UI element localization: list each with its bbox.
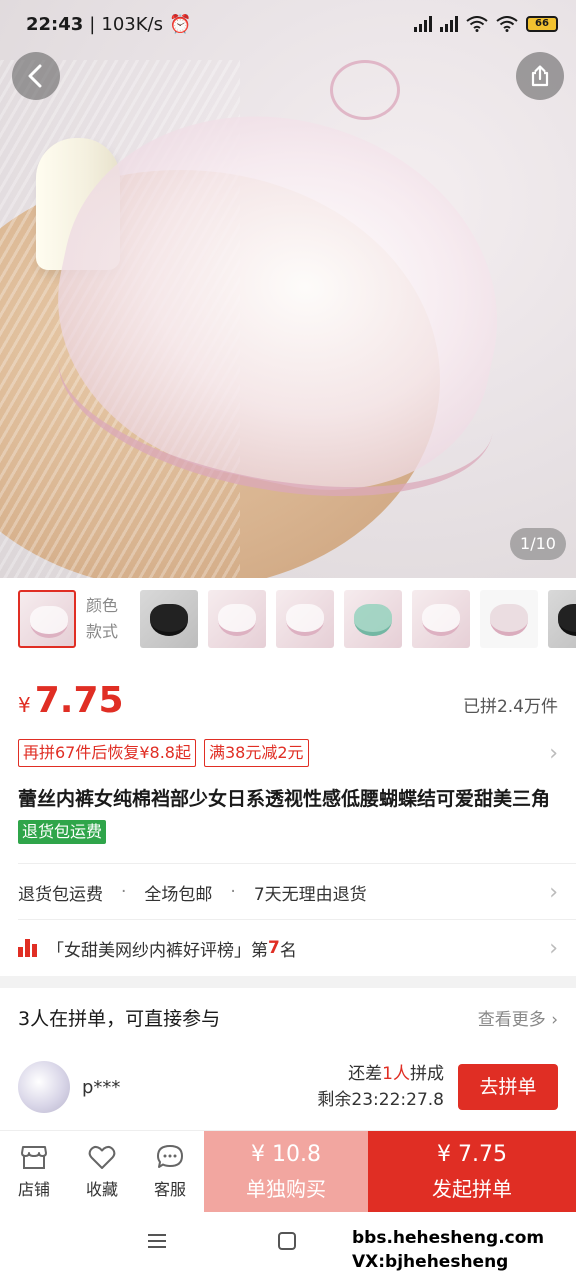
group-price: ¥ 7.75: [437, 1141, 507, 1167]
price-value: 7.75: [34, 680, 124, 721]
service-item: 7天无理由退货: [253, 884, 367, 905]
store-label: 店铺: [17, 1179, 50, 1199]
share-button[interactable]: [516, 52, 564, 100]
service-item: 全场包邮: [144, 884, 213, 905]
price-row: ¥ 7.75 已拼2.4万件: [18, 680, 558, 730]
watermark: bbs.hehesheng.com VX:bjhehesheng: [352, 1226, 545, 1274]
promo-tags-row[interactable]: 再拼67件后恢复¥8.8起 满38元减2元 ›: [18, 738, 558, 768]
watermark-line2: VX:bjhehesheng: [352, 1252, 509, 1272]
menu-icon[interactable]: [148, 1234, 166, 1248]
restore-price-tag: 再拼67件后恢复¥8.8起: [18, 739, 196, 767]
group-need-line: 还差1人拼成: [317, 1061, 444, 1087]
color-label-line1: 颜色: [86, 596, 119, 615]
customer-service-label: 客服: [153, 1179, 186, 1199]
home-square-icon[interactable]: [278, 1232, 296, 1250]
sold-count: 已拼2.4万件: [462, 697, 558, 717]
group-need-count: 1人: [382, 1064, 410, 1084]
ranking-suffix: 名: [279, 940, 297, 961]
image-bow-shape: [330, 60, 400, 120]
service-row[interactable]: 退货包运费 · 全场包邮 · 7天无理由退货 ›: [18, 864, 558, 920]
color-option-label[interactable]: 颜色 款式: [86, 593, 130, 645]
product-title: 蕾丝内裤女纯棉裆部少女日系透视性感低腰蝴蝶结可爱甜美三角 退货包运费: [18, 782, 558, 850]
signal-icon: [414, 16, 432, 32]
return-shipping-badge: 退货包运费: [18, 820, 107, 844]
chevron-left-icon: [28, 64, 42, 88]
watermark-line1: bbs.hehesheng.com: [352, 1228, 545, 1248]
ranking-row[interactable]: 「女甜美网纱内裤好评榜」第 7 名 ›: [18, 920, 558, 976]
variant-thumb[interactable]: [140, 590, 198, 648]
share-icon: [531, 65, 549, 87]
signal-icon-2: [440, 16, 458, 32]
single-label: 单独购买: [246, 1176, 326, 1201]
view-more-link[interactable]: 查看更多 ›: [478, 1005, 558, 1030]
variant-thumb[interactable]: [276, 590, 334, 648]
group-remaining-time: 剩余23:22:27.8: [317, 1090, 444, 1110]
wifi-icon-2: [496, 16, 518, 32]
product-title-text: 蕾丝内裤女纯棉裆部少女日系透视性感低腰蝴蝶结可爱甜美三角: [18, 788, 551, 810]
variant-thumb[interactable]: [412, 590, 470, 648]
discount-tag: 满38元减2元: [204, 739, 309, 767]
status-right: 66: [414, 16, 558, 32]
variant-thumbnails: 颜色 款式: [0, 578, 576, 660]
section-gap: [0, 976, 576, 988]
variant-thumb[interactable]: [18, 590, 76, 648]
store-icon: [21, 1145, 47, 1169]
single-price: ¥ 10.8: [251, 1141, 321, 1167]
group-buy-item: p*** 还差1人拼成 剩余23:22:27.8 去拼单: [18, 1056, 558, 1118]
favorite-button[interactable]: 收藏: [68, 1131, 136, 1212]
avatar: [18, 1061, 70, 1113]
group-need-suffix: 拼成: [410, 1064, 444, 1084]
view-more-label: 查看更多: [477, 1009, 546, 1030]
customer-service-button[interactable]: 客服: [136, 1131, 204, 1212]
chevron-right-icon: ›: [549, 740, 558, 766]
chevron-right-icon: ›: [549, 935, 558, 961]
join-group-button[interactable]: 去拼单: [458, 1064, 558, 1110]
back-button[interactable]: [12, 52, 60, 100]
ranking-icon: [18, 939, 37, 957]
ranking-prefix: 「女甜美网纱内裤好评榜」第: [47, 940, 268, 961]
ranking-number: 7: [268, 938, 280, 958]
group-buy-heading: 3人在拼单，可直接参与: [18, 1007, 221, 1030]
chevron-right-icon: ›: [549, 879, 558, 905]
service-separator: ·: [230, 882, 236, 902]
service-separator: ·: [121, 882, 127, 902]
gallery-page-indicator: 1/10: [510, 528, 566, 560]
status-bar: 22:43 | 103K/s ⏰ 66: [0, 0, 576, 48]
group-label: 发起拼单: [432, 1176, 512, 1201]
variant-thumb[interactable]: [480, 590, 538, 648]
wifi-icon: [466, 16, 488, 32]
chevron-right-icon: ›: [551, 1009, 558, 1030]
store-button[interactable]: 店铺: [0, 1131, 68, 1212]
favorite-label: 收藏: [85, 1179, 118, 1199]
variant-thumb[interactable]: [548, 590, 576, 648]
variant-thumb[interactable]: [208, 590, 266, 648]
battery-icon: 66: [526, 16, 558, 32]
group-user-name: p***: [82, 1076, 121, 1098]
heart-icon: [88, 1145, 116, 1169]
bottom-action-bar: 店铺 收藏 客服 ¥ 10.8 单独购买 ¥ 7.75 发起拼单: [0, 1130, 576, 1212]
app: 22:43 | 103K/s ⏰ 66 1/10 颜色 款式 ¥ 7.75 已拼…: [0, 0, 576, 1280]
start-group-button[interactable]: ¥ 7.75 发起拼单: [368, 1131, 576, 1212]
product-main-image[interactable]: [0, 0, 576, 578]
price-currency: ¥: [18, 693, 31, 717]
color-label-line2: 款式: [86, 622, 119, 641]
group-join-info: 还差1人拼成 剩余23:22:27.8: [317, 1061, 444, 1113]
variant-thumb[interactable]: [344, 590, 402, 648]
service-item: 退货包运费: [18, 884, 103, 905]
alarm-icon: ⏰: [168, 13, 192, 35]
chat-icon: [157, 1144, 183, 1168]
buy-single-button[interactable]: ¥ 10.8 单独购买: [204, 1131, 368, 1212]
status-speed: 103K/s: [101, 13, 163, 35]
group-buy-header: 3人在拼单，可直接参与 查看更多 ›: [18, 992, 558, 1042]
status-time: 22:43: [26, 13, 84, 35]
group-need-prefix: 还差: [348, 1064, 383, 1084]
status-separator: |: [89, 13, 96, 35]
